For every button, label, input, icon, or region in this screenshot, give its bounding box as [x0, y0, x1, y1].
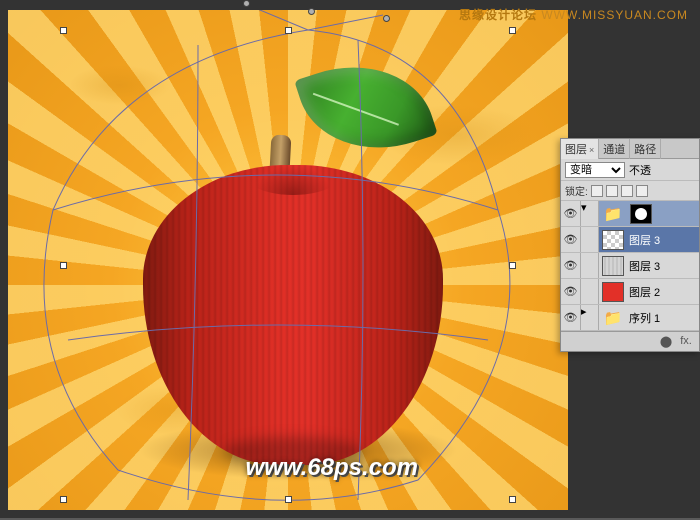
lock-all-icon[interactable] — [636, 185, 648, 197]
layer-thumb[interactable] — [602, 230, 624, 250]
visibility-toggle-icon[interactable]: 👁 — [561, 279, 581, 304]
link-layers-icon[interactable]: ⬤ — [658, 335, 674, 349]
lock-row: 锁定: — [561, 181, 699, 201]
layers-panel[interactable]: 图层× 通道 路径 变暗 不透 锁定: 👁 ▾ 📁 👁 图层 3 👁 图层 3 … — [560, 138, 700, 352]
opacity-label: 不透 — [629, 162, 651, 178]
artwork: www.68ps.com — [8, 10, 568, 510]
visibility-toggle-icon[interactable]: 👁 — [561, 227, 581, 252]
lock-pixels-icon[interactable] — [606, 185, 618, 197]
layer-fill[interactable]: 👁 图层 2 — [561, 279, 699, 305]
apple-body — [143, 165, 443, 465]
watermark-bottom: www.68ps.com — [246, 454, 419, 482]
watermark-top: 思缘设计论坛 WWW.MISSYUAN.COM — [459, 6, 688, 23]
layer-name[interactable]: 图层 3 — [627, 232, 699, 248]
lock-position-icon[interactable] — [621, 185, 633, 197]
tab-channels[interactable]: 通道 — [599, 139, 630, 159]
layer-thumb[interactable] — [602, 282, 624, 302]
blend-mode-select[interactable]: 变暗 — [565, 162, 625, 178]
folder-icon: 📁 — [602, 308, 624, 328]
panel-footer: ⬤ fx. — [561, 331, 699, 351]
tab-paths[interactable]: 路径 — [630, 139, 661, 159]
visibility-toggle-icon[interactable]: 👁 — [561, 253, 581, 278]
visibility-toggle-icon[interactable]: 👁 — [561, 305, 581, 330]
layer-mask-thumb[interactable] — [630, 204, 652, 224]
fx-icon[interactable]: fx. — [678, 335, 694, 349]
layer-thumb[interactable] — [602, 256, 624, 276]
bezier-handle-l[interactable] — [243, 0, 250, 7]
layer-current[interactable]: 👁 图层 3 — [561, 227, 699, 253]
layer-name[interactable]: 图层 2 — [627, 284, 699, 300]
link-cell[interactable] — [581, 253, 599, 278]
link-cell[interactable]: ▾ — [581, 201, 599, 226]
panel-tabs: 图层× 通道 路径 — [561, 139, 699, 159]
layer-group-sequence[interactable]: 👁 ▸ 📁 序列 1 — [561, 305, 699, 331]
link-cell[interactable] — [581, 279, 599, 304]
lock-transparency-icon[interactable] — [591, 185, 603, 197]
link-cell[interactable]: ▸ — [581, 305, 599, 330]
apple — [143, 165, 443, 465]
folder-icon: 📁 — [602, 204, 624, 224]
lock-label: 锁定: — [565, 183, 588, 198]
layer-texture[interactable]: 👁 图层 3 — [561, 253, 699, 279]
layer-name[interactable]: 序列 1 — [627, 310, 699, 326]
watermark-top-url: WWW.MISSYUAN.COM — [541, 8, 688, 22]
blend-mode-row: 变暗 不透 — [561, 159, 699, 181]
visibility-toggle-icon[interactable]: 👁 — [561, 201, 581, 226]
layer-group-masked[interactable]: 👁 ▾ 📁 — [561, 201, 699, 227]
layer-name[interactable]: 图层 3 — [627, 258, 699, 274]
tab-layers[interactable]: 图层× — [561, 139, 599, 159]
close-icon[interactable]: × — [589, 145, 594, 155]
watermark-top-cn: 思缘设计论坛 — [459, 8, 537, 22]
link-cell[interactable] — [581, 227, 599, 252]
